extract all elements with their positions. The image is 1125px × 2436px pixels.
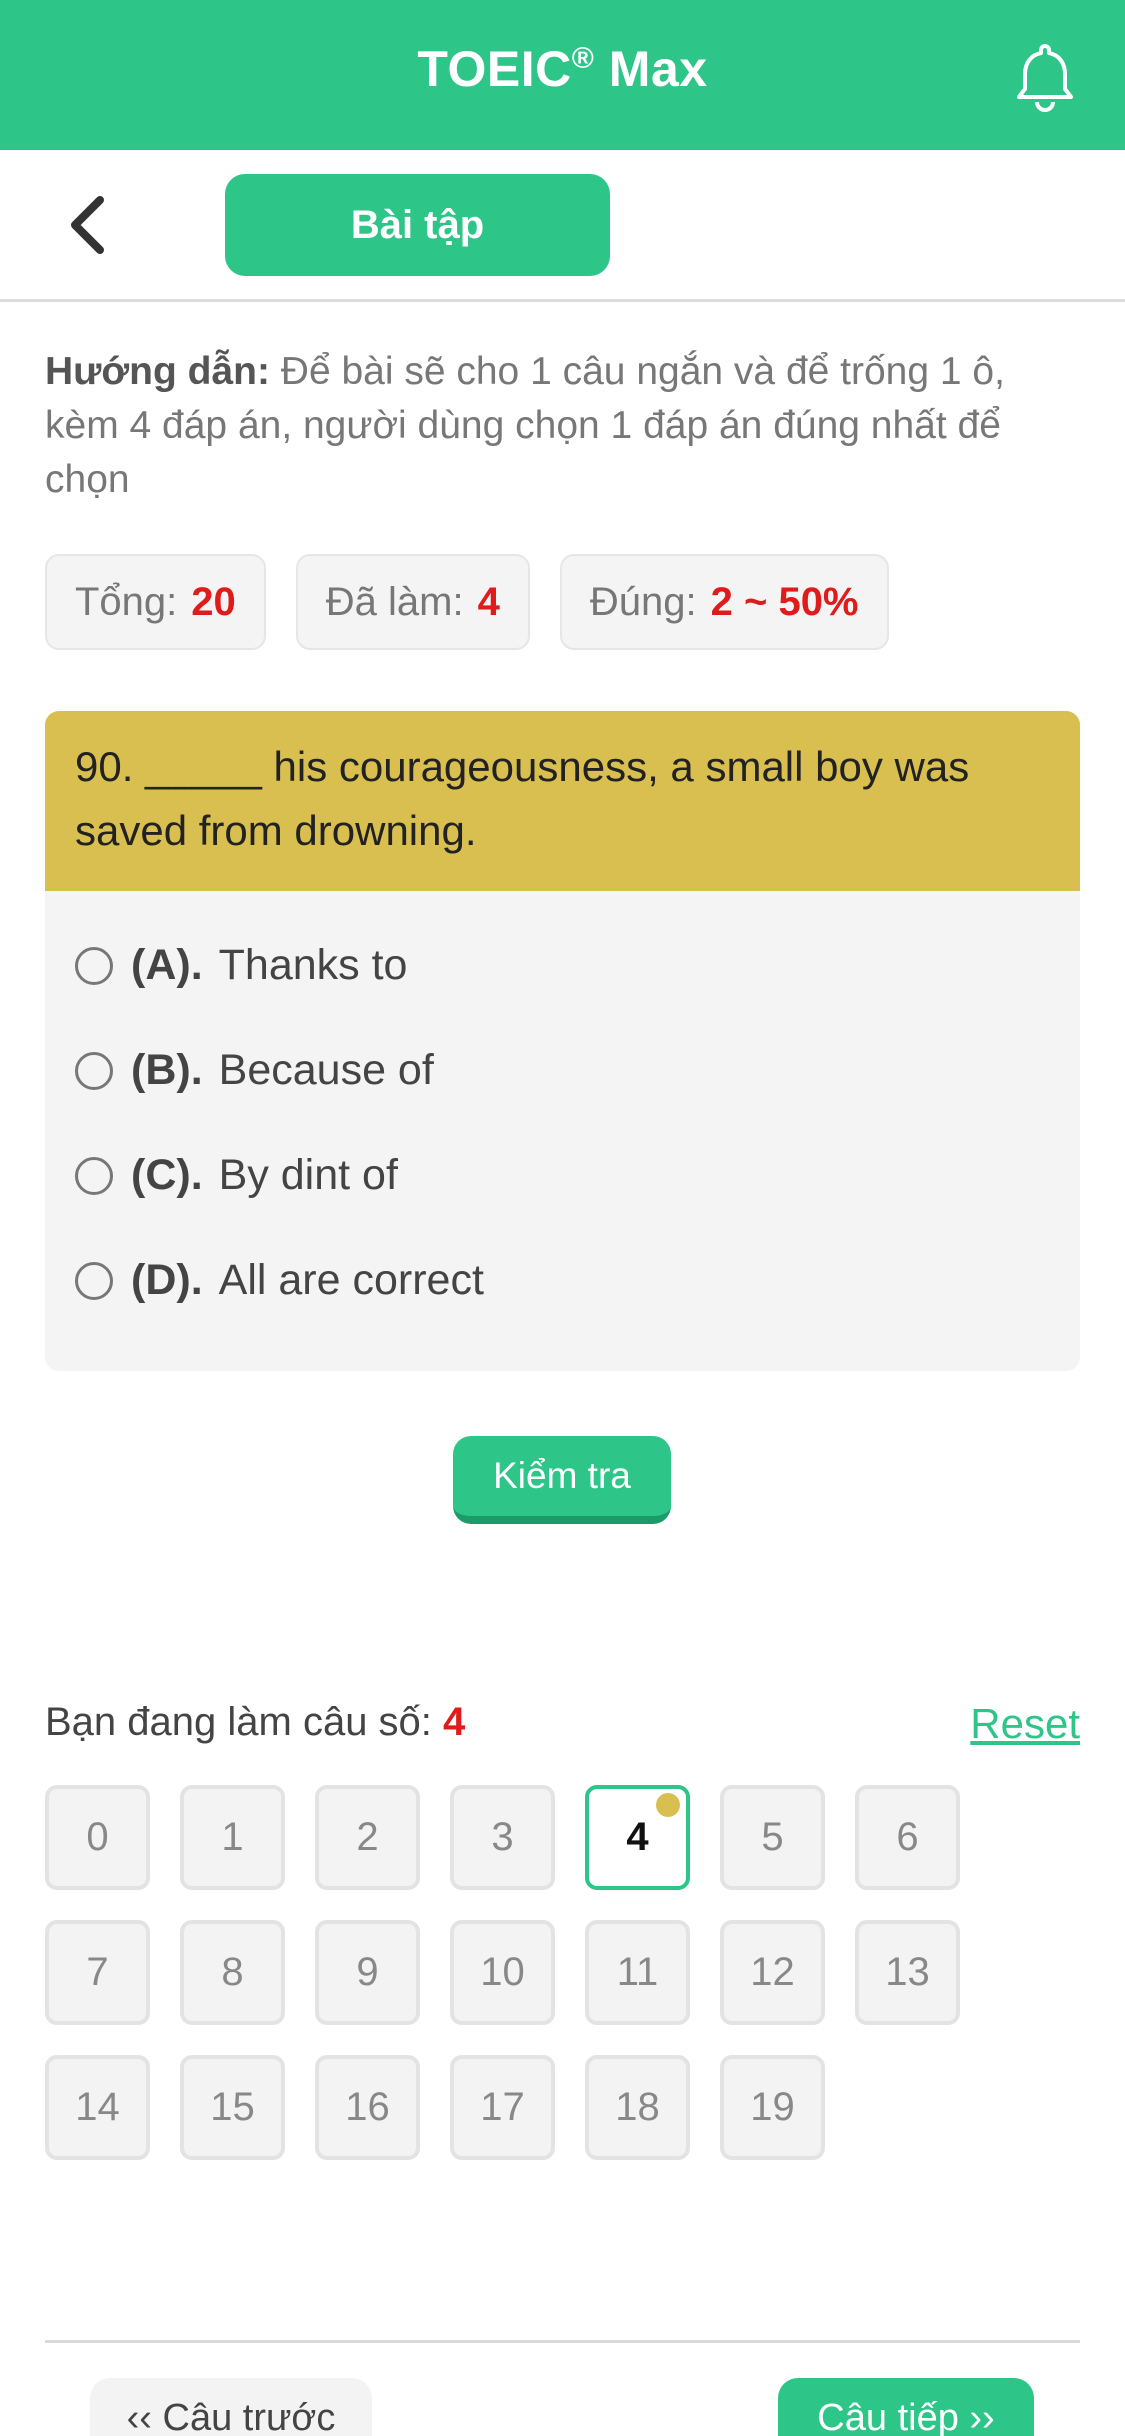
app-header: TOEIC® Max (0, 0, 1125, 150)
next-question-button[interactable]: Câu tiếp ›› (778, 2378, 1034, 2436)
radio-icon[interactable] (75, 1051, 113, 1090)
chevron-left-icon[interactable] (60, 190, 120, 260)
question-number-button[interactable]: 11 (585, 1920, 690, 2025)
previous-question-button[interactable]: ‹‹ Câu trước (90, 2378, 372, 2436)
sub-toolbar: Bài tập (0, 150, 1125, 302)
question-number-button[interactable]: 2 (315, 1785, 420, 1890)
question-number-button[interactable]: 0 (45, 1785, 150, 1890)
answer-options: (A). Thanks to (B). Because of (C). By d… (45, 891, 1080, 1333)
instructions: Hướng dẫn: Để bài sẽ cho 1 câu ngắn và đ… (45, 345, 1085, 507)
stat-total: Tổng: 20 (45, 554, 266, 650)
radio-icon[interactable] (75, 1156, 113, 1195)
question-number-button[interactable]: 9 (315, 1920, 420, 2025)
reset-link[interactable]: Reset (970, 1700, 1080, 1748)
question-number-button[interactable]: 17 (450, 2055, 555, 2160)
question-number-button[interactable]: 1 (180, 1785, 285, 1890)
current-question-indicator: Bạn đang làm câu số: 4 (45, 1700, 466, 1744)
divider (45, 2340, 1080, 2343)
question-number-button-current[interactable]: 4 (585, 1785, 690, 1890)
option-c[interactable]: (C). By dint of (45, 1123, 1080, 1228)
question-number-button[interactable]: 7 (45, 1920, 150, 2025)
question-number-button[interactable]: 19 (720, 2055, 825, 2160)
question-number-button[interactable]: 6 (855, 1785, 960, 1890)
current-dot-icon (656, 1793, 680, 1817)
question-number-button[interactable]: 15 (180, 2055, 285, 2160)
question-number-button[interactable]: 3 (450, 1785, 555, 1890)
question-number-button[interactable]: 5 (720, 1785, 825, 1890)
check-button[interactable]: Kiểm tra (453, 1436, 671, 1524)
option-d[interactable]: (D). All are correct (45, 1228, 1080, 1333)
stat-done: Đã làm: 4 (295, 554, 530, 650)
question-number-button[interactable]: 13 (855, 1920, 960, 2025)
bell-icon[interactable] (1005, 36, 1085, 116)
question-number-button[interactable]: 8 (180, 1920, 285, 2025)
question-number-button[interactable]: 10 (450, 1920, 555, 2025)
question-number-button[interactable]: 16 (315, 2055, 420, 2160)
stats-bar: Tổng: 20 Đã làm: 4 Đúng: 2 ~ 50% (45, 554, 889, 650)
question-number-grid: 0 1 2 3 4 5 6 7 8 9 10 11 12 13 14 15 16… (45, 1785, 1045, 2190)
radio-icon[interactable] (75, 1261, 113, 1300)
question-number-button[interactable]: 14 (45, 2055, 150, 2160)
option-a[interactable]: (A). Thanks to (45, 913, 1080, 1018)
option-b[interactable]: (B). Because of (45, 1018, 1080, 1123)
question-number-button[interactable]: 12 (720, 1920, 825, 2025)
radio-icon[interactable] (75, 946, 113, 985)
question-number-button[interactable]: 18 (585, 2055, 690, 2160)
app-title: TOEIC® Max (417, 41, 708, 97)
question-text: 90. _____ his courageousness, a small bo… (45, 711, 1080, 891)
tab-exercise[interactable]: Bài tập (225, 174, 610, 276)
instructions-label: Hướng dẫn: (45, 350, 270, 393)
stat-correct: Đúng: 2 ~ 50% (559, 554, 889, 650)
question-card: 90. _____ his courageousness, a small bo… (45, 711, 1080, 1371)
